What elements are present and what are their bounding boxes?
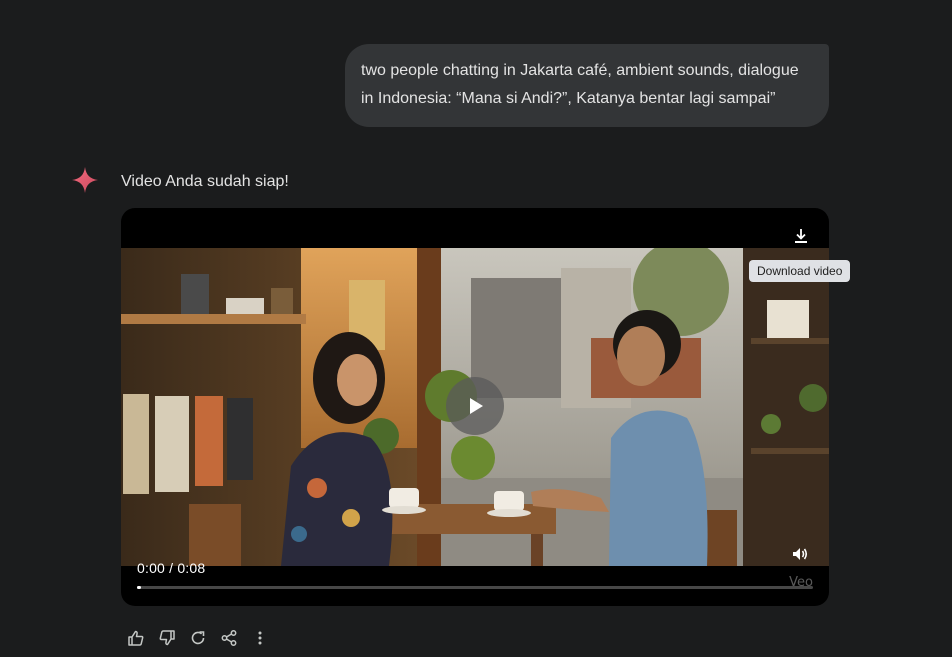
download-button[interactable] — [789, 224, 813, 248]
video-player[interactable]: 0:00 / 0:08 Veo — [121, 208, 829, 606]
download-tooltip: Download video — [749, 260, 851, 282]
progress-bar[interactable] — [137, 586, 813, 589]
regenerate-icon — [191, 631, 205, 645]
play-icon — [470, 398, 483, 414]
play-button[interactable] — [446, 377, 504, 435]
time-display: 0:00 / 0:08 — [137, 560, 206, 576]
thumbs-down-icon — [159, 630, 175, 646]
thumbs-down-button[interactable] — [151, 628, 183, 648]
veo-watermark: Veo — [789, 575, 813, 590]
thumbs-up-button[interactable] — [120, 628, 152, 648]
volume-button[interactable] — [791, 545, 811, 565]
share-button[interactable] — [213, 628, 245, 648]
share-icon — [221, 630, 237, 646]
regenerate-button[interactable] — [182, 628, 214, 648]
user-prompt-bubble: two people chatting in Jakarta café, amb… — [345, 44, 829, 127]
volume-icon — [793, 548, 808, 560]
thumbs-up-icon — [128, 630, 144, 646]
response-actions — [120, 628, 275, 648]
more-options-button[interactable] — [244, 628, 276, 648]
user-prompt-text: two people chatting in Jakarta café, amb… — [361, 62, 799, 107]
response-message: Video Anda sudah siap! — [121, 173, 289, 190]
download-icon — [795, 229, 807, 243]
progress-fill — [137, 586, 142, 589]
chat-page: two people chatting in Jakarta café, amb… — [0, 0, 952, 657]
gemini-sparkle-icon — [71, 166, 99, 194]
more-vert-icon — [258, 631, 262, 645]
